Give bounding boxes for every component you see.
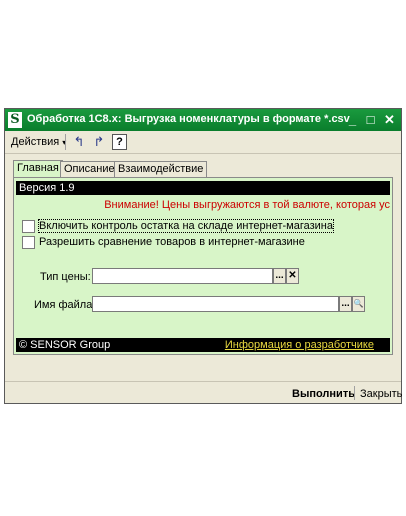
help-icon[interactable]: ? — [112, 134, 127, 150]
tab-label: Взаимодействие — [118, 163, 204, 175]
button-separator — [354, 386, 355, 400]
copyright-text: © SENSOR Group — [19, 339, 111, 351]
tab-main[interactable]: Главная — [13, 160, 63, 178]
processing-window: S Обработка 1С8.x: Выгрузка номенклатуры… — [4, 108, 402, 404]
tab-label: Описание — [64, 163, 115, 175]
maximize-button[interactable]: □ — [362, 111, 379, 128]
compare-products-checkbox[interactable] — [22, 236, 35, 249]
tab-description[interactable]: Описание — [60, 161, 119, 177]
version-text: Версия 1.9 — [19, 182, 75, 194]
price-type-input[interactable] — [92, 268, 273, 284]
actions-label: Действия — [11, 136, 60, 148]
title-bar[interactable]: S Обработка 1С8.x: Выгрузка номенклатуры… — [5, 109, 401, 131]
toolbar: Действия ▾ ↰ ↱ ? — [5, 131, 401, 154]
price-type-select-button[interactable]: ... — [273, 268, 286, 284]
clear-icon[interactable]: ✕ — [286, 268, 299, 284]
tab-label: Главная — [17, 162, 59, 174]
main-tab-panel: Версия 1.9 Внимание! Цены выгружаются в … — [13, 177, 393, 355]
actions-menu-button[interactable]: Действия ▾ — [11, 136, 66, 148]
toolbar-separator — [65, 134, 66, 150]
undo-icon[interactable]: ↰ — [71, 134, 87, 150]
currency-warning: Внимание! Цены выгружаются в той валюте,… — [104, 199, 390, 211]
close-button[interactable]: Закрыть — [360, 388, 402, 400]
stock-control-label: Включить контроль остатка на складе инте… — [38, 219, 334, 233]
stock-control-checkbox[interactable] — [22, 220, 35, 233]
price-type-label: Тип цены: — [40, 271, 91, 283]
tab-interaction[interactable]: Взаимодействие — [114, 161, 208, 177]
file-name-select-button[interactable]: ... — [339, 296, 352, 312]
bottom-separator — [5, 381, 401, 382]
developer-info-link[interactable]: Информация о разработчике — [225, 338, 374, 352]
run-button[interactable]: Выполнить — [292, 388, 355, 400]
footer-info-bar: © SENSOR Group Информация о разработчике — [16, 338, 390, 352]
redo-icon[interactable]: ↱ — [91, 134, 107, 150]
minimize-button[interactable]: _ — [344, 111, 361, 128]
file-name-label: Имя файла: — [34, 299, 96, 311]
search-icon[interactable]: 🔍 — [352, 296, 365, 312]
file-name-input[interactable] — [92, 296, 339, 312]
compare-products-label: Разрешить сравнение товаров в интернет-м… — [39, 236, 305, 248]
app-s-icon: S — [8, 112, 22, 128]
version-bar: Версия 1.9 — [16, 181, 390, 195]
close-window-button[interactable]: ✕ — [381, 111, 398, 128]
window-title: Обработка 1С8.x: Выгрузка номенклатуры в… — [27, 113, 350, 125]
